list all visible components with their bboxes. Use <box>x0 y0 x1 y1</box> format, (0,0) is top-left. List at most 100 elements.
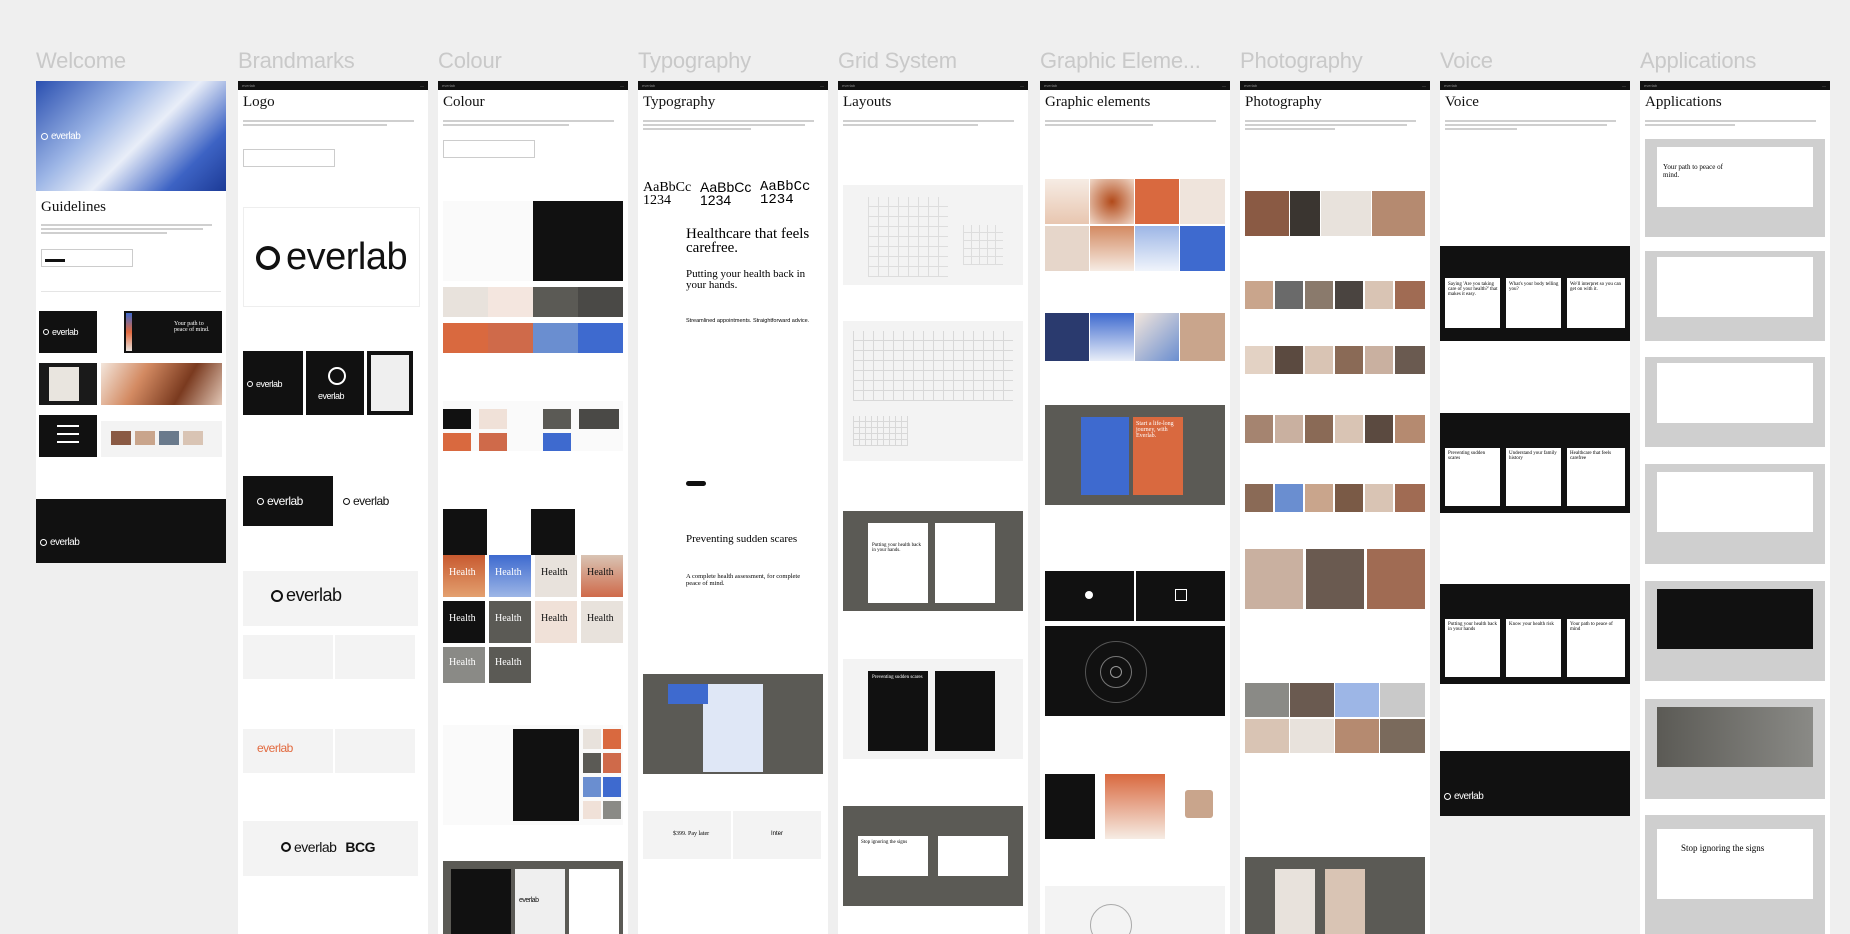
colour-applications[interactable]: everlab <box>443 861 623 934</box>
tile-screens[interactable] <box>39 363 97 405</box>
app-mockup-2[interactable] <box>1645 251 1825 341</box>
photo-applications[interactable] <box>1245 857 1425 934</box>
logo-stacked-1[interactable] <box>243 635 333 679</box>
column-title-applications[interactable]: Applications <box>1640 48 1756 74</box>
page-heading-graphic: Graphic elements <box>1045 94 1151 110</box>
tile-logo-dark[interactable]: everlab <box>39 311 97 353</box>
hero-logo: everlab <box>41 131 81 142</box>
layout-example-3[interactable]: Stop ignoring the signs <box>843 806 1023 906</box>
logo-tile-2-wordmark: everlab <box>318 391 345 401</box>
type-button[interactable] <box>686 481 706 486</box>
photo-portraits[interactable] <box>1245 549 1425 609</box>
search-input[interactable] <box>41 249 133 267</box>
photo-strip-2[interactable] <box>1245 281 1425 309</box>
frame-typography[interactable]: everlab — Typography AaBbCc 1234 AaBbCc 1… <box>638 81 828 934</box>
swatch-sand[interactable] <box>443 287 488 317</box>
primary-wordmark: everlab <box>286 236 408 278</box>
column-title-photography[interactable]: Photography <box>1240 48 1363 74</box>
logo-on-black[interactable]: everlab <box>243 476 333 526</box>
tile-wordmark: everlab <box>52 327 79 337</box>
accessibility-grid[interactable] <box>443 401 623 451</box>
photo-strip-3[interactable] <box>1245 346 1425 374</box>
colour-type-samples[interactable] <box>443 509 623 555</box>
grid-spec-1[interactable] <box>843 185 1023 285</box>
download-input[interactable] <box>243 149 335 167</box>
colour-usage[interactable] <box>443 725 623 825</box>
font-tile-1[interactable]: $399. Pay later <box>643 811 731 859</box>
icon-examples[interactable] <box>1045 571 1225 621</box>
column-title-welcome[interactable]: Welcome <box>36 48 126 74</box>
frame-topbar: everlab — <box>1040 81 1230 90</box>
type-in-use[interactable] <box>643 674 823 774</box>
column-title-colour[interactable]: Colour <box>438 48 502 74</box>
logo-tile-1[interactable]: everlab <box>243 351 303 415</box>
app-mockup-5[interactable] <box>1645 581 1825 681</box>
partner-wordmark: everlab <box>294 839 337 855</box>
grid-spec-2[interactable] <box>843 321 1023 461</box>
swatch-sky[interactable] <box>533 323 578 353</box>
frame-colour[interactable]: everlab— Colour Health Health Health He <box>438 81 628 934</box>
frame-voice[interactable]: everlab — Voice Saying 'Are you taking ca… <box>1440 81 1630 816</box>
logo-tile-2[interactable]: everlab <box>306 351 364 415</box>
swatch-terracotta[interactable] <box>488 323 533 353</box>
logo-tile-3[interactable] <box>367 351 413 415</box>
primary-palette[interactable] <box>443 201 623 281</box>
textured-gradients[interactable] <box>1045 313 1225 361</box>
logo-on-white[interactable]: everlab <box>335 476 413 526</box>
app-mockup-3[interactable] <box>1645 357 1825 447</box>
voice-block-3[interactable]: Putting your health back in your hands K… <box>1440 584 1630 684</box>
layout-example-2[interactable]: Preventing sudden scares <box>843 659 1023 759</box>
tile-photos[interactable] <box>101 421 222 457</box>
swatch-blush[interactable] <box>488 287 533 317</box>
font-tile-2[interactable]: Inter <box>733 811 821 859</box>
swatch-dark-stone[interactable] <box>578 287 623 317</box>
page-heading-voice: Voice <box>1445 94 1479 110</box>
column-title-grid-system[interactable]: Grid System <box>838 48 957 74</box>
poster-examples[interactable]: Start a life-long journey, with Everlab. <box>1045 405 1225 505</box>
column-title-typography[interactable]: Typography <box>638 48 751 74</box>
logo-primary[interactable]: everlab <box>243 207 420 307</box>
voice-block-1[interactable]: Saying 'Are you taking care of your heal… <box>1440 246 1630 341</box>
frame-graphic-elements[interactable]: everlab — Graphic elements Start a life-l… <box>1040 81 1230 934</box>
column-title-brandmarks[interactable]: Brandmarks <box>238 48 355 74</box>
colour-input[interactable] <box>443 140 535 158</box>
frame-brandmarks[interactable]: everlab — Logo everlab everlab everlab ev… <box>238 81 428 934</box>
orbit-graphic[interactable] <box>1045 626 1225 716</box>
tile-gradient[interactable] <box>101 363 222 405</box>
gradient-grid[interactable] <box>1045 179 1225 271</box>
layout-card-1: Putting your health back in your hands. <box>872 543 922 553</box>
layout-example-1[interactable]: Putting your health back in your hands. <box>843 511 1023 611</box>
frame-welcome[interactable]: everlab Guidelines everlab Your path to … <box>36 81 226 563</box>
app-mockup-1[interactable]: Your path to peace of mind. <box>1645 139 1825 237</box>
column-title-graphic-elements[interactable]: Graphic Eleme... <box>1040 48 1201 74</box>
health-label-6: Health <box>495 613 522 624</box>
voice-block-2[interactable]: Preventing sudden scares Understand your… <box>1440 413 1630 513</box>
swatch-stone[interactable] <box>533 287 578 317</box>
column-title-voice[interactable]: Voice <box>1440 48 1493 74</box>
photo-strip-5[interactable] <box>1245 484 1425 512</box>
tile-peace[interactable]: Your path to peace of mind. <box>124 311 222 353</box>
graphic-bottom[interactable] <box>1045 886 1225 934</box>
photo-strip-1[interactable] <box>1245 191 1425 236</box>
swatch-orange[interactable] <box>443 323 488 353</box>
health-label-4: Health <box>587 567 614 578</box>
partner-lockup[interactable]: everlab BCG <box>243 821 418 876</box>
app-mockup-4[interactable] <box>1645 464 1825 564</box>
logo-dont-1[interactable]: everlab <box>243 729 333 773</box>
logo-stacked-2[interactable] <box>335 635 415 679</box>
health-tiles[interactable]: Health Health Health Health Health Healt… <box>443 555 623 683</box>
frame-applications[interactable]: everlab — Applications Your path to peace… <box>1640 81 1830 934</box>
frame-grid-system[interactable]: everlab — Layouts Putting your health bac… <box>838 81 1028 934</box>
page-heading-typography: Typography <box>643 94 716 110</box>
photo-mosaic[interactable] <box>1245 683 1425 753</box>
logo-dont-2[interactable] <box>335 729 415 773</box>
logo-lockup[interactable]: everlab <box>243 571 418 626</box>
page-heading-colour: Colour <box>443 94 485 110</box>
swatch-blue[interactable] <box>578 323 623 353</box>
app-mockup-6[interactable] <box>1645 699 1825 799</box>
tile-voice[interactable] <box>39 415 97 457</box>
frame-photography[interactable]: everlab — Photography <box>1240 81 1430 934</box>
app-mockup-7[interactable]: Stop ignoring the signs <box>1645 815 1825 934</box>
photo-strip-4[interactable] <box>1245 415 1425 443</box>
ui-elements[interactable] <box>1045 774 1225 839</box>
